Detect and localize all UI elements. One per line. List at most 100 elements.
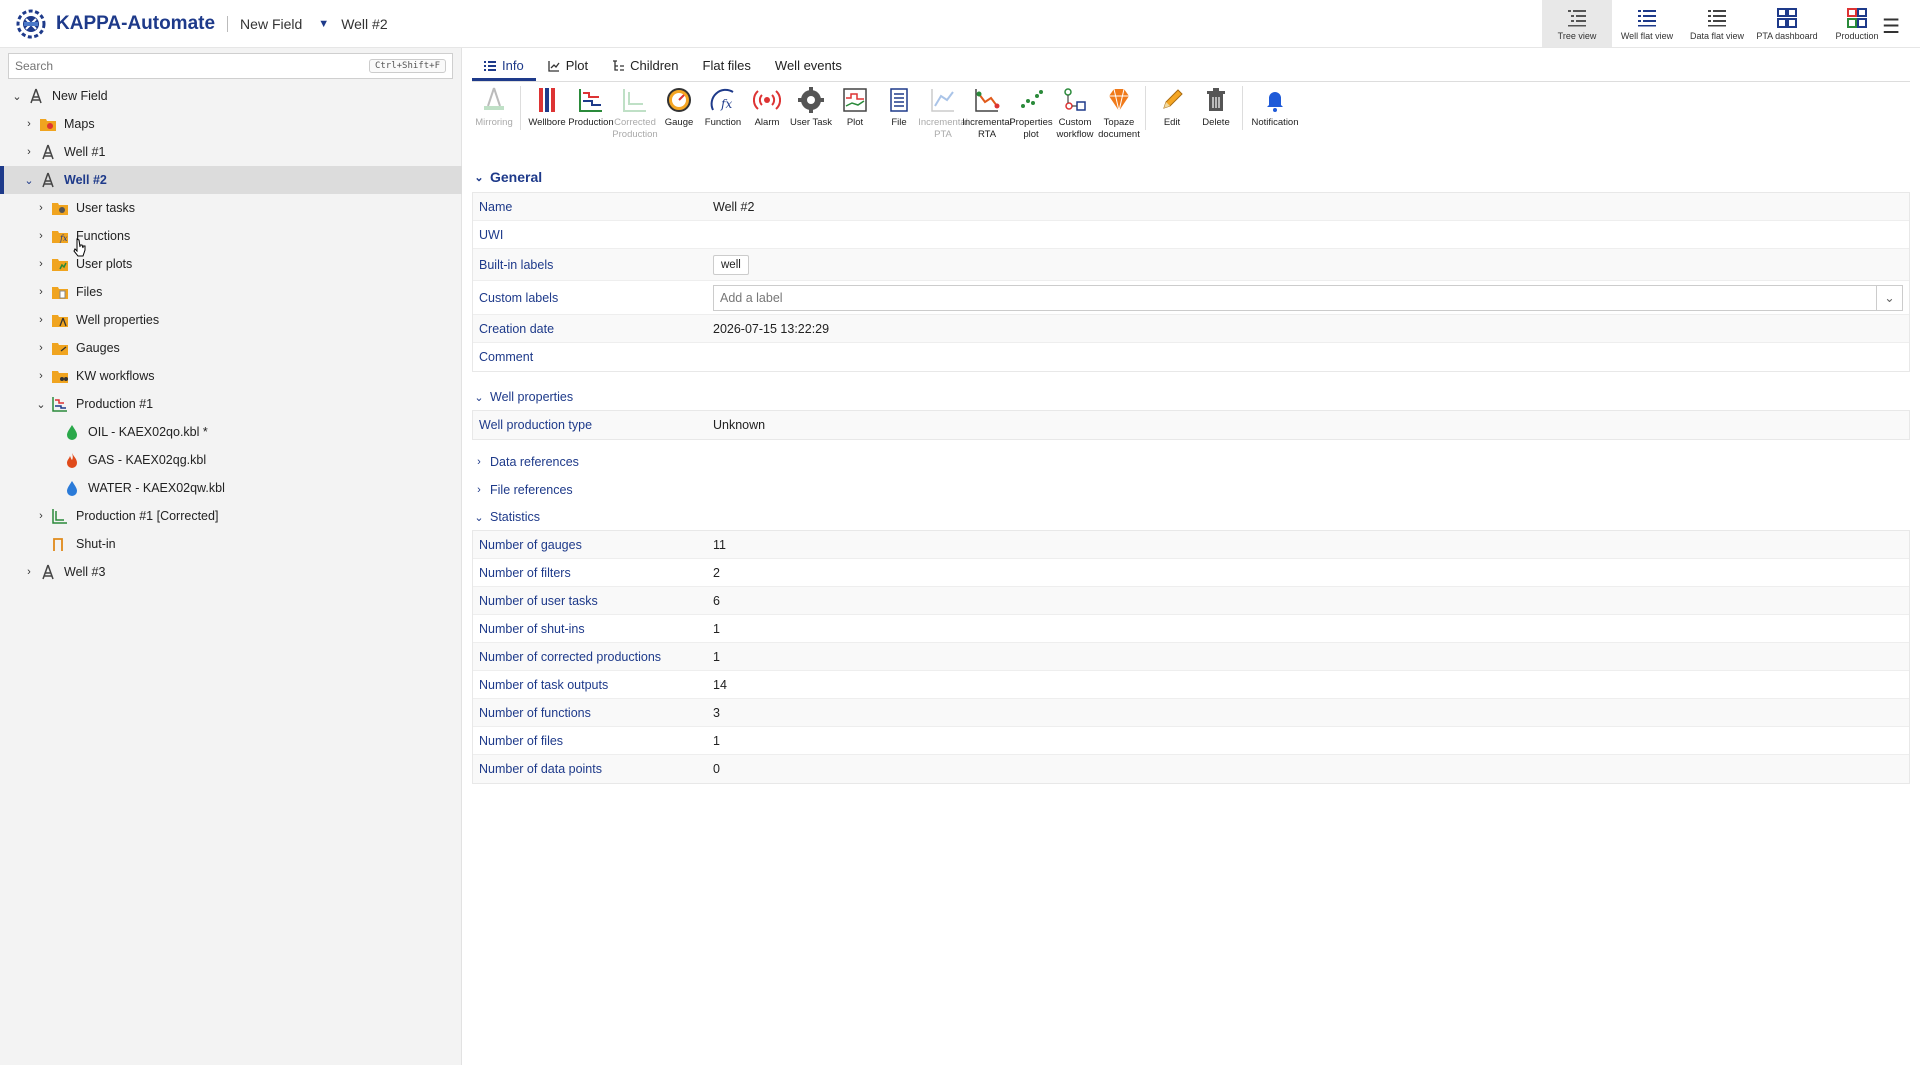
delete-button[interactable]: Delete [1194, 86, 1238, 129]
incremental-pta-button[interactable]: Incremental PTA [918, 86, 968, 141]
tab-plot[interactable]: Plot [536, 58, 600, 81]
custom-label-input[interactable]: Add a label ⌄ [713, 284, 1903, 311]
properties-plot-button[interactable]: Properties plot [1009, 86, 1053, 141]
chevron-right-icon[interactable]: › [34, 258, 48, 270]
tree-view-button[interactable]: Tree view [1542, 0, 1612, 47]
property-value: Unknown [713, 418, 766, 432]
tree-node-maps[interactable]: › Maps [0, 110, 462, 138]
data-references-section-header[interactable]: › Data references [472, 448, 1920, 476]
table-row: Number of corrected productions 1 [473, 643, 1909, 671]
chevron-right-icon[interactable]: › [34, 370, 48, 382]
tree-node-well-3[interactable]: › Well #3 [0, 558, 462, 586]
tool-label: Custom workflow [1056, 117, 1094, 140]
breadcrumb-well[interactable]: Well #2 [341, 16, 387, 32]
wellbore-button[interactable]: Wellbore [525, 86, 569, 129]
mouse-cursor-icon [73, 238, 86, 257]
tree-node-functions[interactable]: › fx Functions [0, 222, 462, 250]
chevron-right-icon[interactable]: › [34, 286, 48, 298]
label-chip: well [713, 254, 749, 275]
well-properties-table: Well production type Unknown [472, 410, 1910, 440]
tab-info[interactable]: Info [472, 58, 536, 81]
alarm-button[interactable]: Alarm [745, 86, 789, 129]
tree-node-label: Production #1 [Corrected] [76, 509, 219, 523]
gauges-folder-icon [52, 340, 68, 356]
tree-node-kw-workflows[interactable]: › KW workflows [0, 362, 462, 390]
tree-node-label: New Field [52, 89, 108, 103]
tool-label: Corrected Production [612, 117, 658, 140]
well-properties-section-header[interactable]: ⌄ Well properties [472, 384, 1920, 410]
tree-node-files[interactable]: › Files [0, 278, 462, 306]
custom-label-placeholder: Add a label [720, 290, 783, 305]
user-task-gear-icon [798, 87, 824, 113]
stat-label: Number of functions [479, 705, 591, 720]
tree-node-well-1[interactable]: › Well #1 [0, 138, 462, 166]
tab-children[interactable]: Children [600, 58, 690, 81]
tree-node-well-properties[interactable]: › Well properties [0, 306, 462, 334]
tree-node-user-tasks[interactable]: › User tasks [0, 194, 462, 222]
app-logo[interactable]: KAPPA-Automate [14, 7, 215, 41]
tree-node-water[interactable]: WATER - KAEX02qw.kbl [0, 474, 462, 502]
corrected-production-button[interactable]: Corrected Production [612, 86, 658, 141]
chevron-right-icon[interactable]: › [34, 342, 48, 354]
chevron-right-icon[interactable]: › [34, 202, 48, 214]
pta-dashboard-button[interactable]: PTA dashboard [1752, 0, 1822, 47]
chevron-right-icon[interactable]: › [22, 566, 36, 578]
stat-label: Number of task outputs [479, 677, 609, 692]
general-section-header[interactable]: ⌄ General [472, 162, 1920, 192]
tree-node-production-corrected[interactable]: › Production #1 [Corrected] [0, 502, 462, 530]
chevron-down-icon[interactable]: ⌄ [10, 90, 24, 103]
hamburger-menu-icon[interactable]: ☰ [1882, 14, 1900, 39]
tree-node-gas[interactable]: GAS - KAEX02qg.kbl [0, 446, 462, 474]
tree-node-label: Well #3 [64, 565, 106, 579]
tab-flat-files[interactable]: Flat files [691, 58, 763, 81]
chevron-down-icon[interactable]: ⌄ [1876, 285, 1902, 310]
tree-node-well-2[interactable]: ⌄ Well #2 [0, 166, 462, 194]
tool-label: Topaze document [1098, 117, 1140, 140]
field-dropdown-caret-icon[interactable]: ▼ [318, 18, 329, 30]
chevron-down-icon: ⌄ [474, 391, 484, 404]
chevron-right-icon[interactable]: › [34, 314, 48, 326]
search-input[interactable] [15, 59, 369, 73]
tree-node-gauges[interactable]: › Gauges [0, 334, 462, 362]
production-button[interactable]: Production [568, 86, 614, 129]
chevron-right-icon[interactable]: › [22, 146, 36, 158]
tree-node-new-field[interactable]: ⌄ New Field [0, 82, 462, 110]
data-flat-view-button[interactable]: Data flat view [1682, 0, 1752, 47]
topaze-document-button[interactable]: Topaze document [1097, 86, 1141, 141]
chevron-right-icon[interactable]: › [34, 230, 48, 242]
edit-button[interactable]: Edit [1150, 86, 1194, 129]
stat-label: Number of filters [479, 565, 571, 580]
plot-button[interactable]: Plot [833, 86, 877, 129]
function-button[interactable]: fx Function [701, 86, 745, 129]
tool-label: Gauge [664, 117, 694, 128]
custom-workflow-button[interactable]: Custom workflow [1053, 86, 1097, 141]
stat-value: 3 [713, 705, 720, 720]
notification-button[interactable]: Notification [1247, 86, 1303, 129]
chevron-down-icon[interactable]: ⌄ [22, 174, 36, 187]
search-box[interactable]: Ctrl+Shift+F [8, 53, 453, 79]
file-button[interactable]: File [877, 86, 921, 129]
incremental-rta-button[interactable]: Incremental RTA [962, 86, 1012, 141]
well-flat-view-button[interactable]: Well flat view [1612, 0, 1682, 47]
water-drop-icon [64, 480, 80, 496]
file-references-section-header[interactable]: › File references [472, 476, 1920, 504]
plot-icon [843, 88, 867, 112]
gauge-button[interactable]: Gauge [657, 86, 701, 129]
property-value: Well #2 [713, 199, 755, 214]
tree-node-oil[interactable]: OIL - KAEX02qo.kbl * [0, 418, 462, 446]
chevron-down-icon[interactable]: ⌄ [34, 398, 48, 411]
tree-node-shut-in[interactable]: Shut-in [0, 530, 462, 558]
tab-well-events[interactable]: Well events [763, 58, 854, 81]
breadcrumb-field[interactable]: New Field [240, 16, 302, 32]
chevron-right-icon[interactable]: › [22, 118, 36, 130]
user-task-button[interactable]: User Task [789, 86, 833, 129]
tree-node-production-1[interactable]: ⌄ Production #1 [0, 390, 462, 418]
statistics-section-header[interactable]: ⌄ Statistics [472, 504, 1920, 530]
stat-label: Number of corrected productions [479, 649, 662, 664]
chevron-right-icon[interactable]: › [34, 510, 48, 522]
tree-node-user-plots[interactable]: › User plots [0, 250, 462, 278]
mirroring-button[interactable]: Mirroring [472, 86, 516, 129]
table-row: UWI [473, 221, 1909, 249]
tool-label: User Task [789, 117, 833, 128]
chevron-right-icon: › [477, 456, 481, 468]
